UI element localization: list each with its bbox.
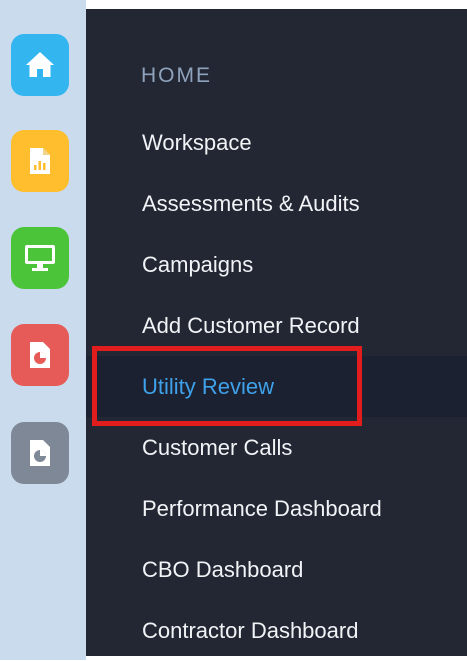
- menu-item-assessments-audits[interactable]: Assessments & Audits: [86, 173, 467, 234]
- reports-button[interactable]: [11, 130, 69, 192]
- menu-item-workspace[interactable]: Workspace: [86, 112, 467, 173]
- home-button[interactable]: [11, 34, 69, 96]
- menu-item-label: CBO Dashboard: [142, 557, 304, 582]
- menu-item-label: Campaigns: [142, 252, 254, 277]
- menu-item-label: Utility Review: [142, 374, 275, 399]
- menu-item-label: Add Customer Record: [142, 313, 360, 338]
- menu-item-add-customer-record[interactable]: Add Customer Record: [86, 295, 467, 356]
- pie-document-icon: [28, 341, 52, 369]
- pie-document-icon: [28, 439, 52, 467]
- menu-item-label: Contractor Dashboard: [142, 618, 359, 643]
- monitor-button[interactable]: [11, 227, 69, 289]
- home-icon: [24, 50, 56, 80]
- pie-report-gray-button[interactable]: [11, 422, 69, 484]
- menu-item-label: Customer Calls: [142, 435, 293, 460]
- section-title: HOME: [141, 64, 212, 87]
- menu-item-utility-review[interactable]: Utility Review: [86, 356, 467, 417]
- report-chart-icon: [28, 147, 52, 175]
- home-menu: HOME Workspace Assessments & Audits Camp…: [86, 9, 467, 656]
- menu-item-performance-dashboard[interactable]: Performance Dashboard: [86, 478, 467, 539]
- monitor-icon: [24, 244, 56, 272]
- menu-item-campaigns[interactable]: Campaigns: [86, 234, 467, 295]
- menu-item-contractor-dashboard[interactable]: Contractor Dashboard: [86, 600, 467, 661]
- pie-report-button[interactable]: [11, 324, 69, 386]
- menu-item-label: Assessments & Audits: [142, 191, 360, 216]
- icon-rail: [0, 0, 86, 660]
- menu-item-label: Performance Dashboard: [142, 496, 382, 521]
- menu-item-cbo-dashboard[interactable]: CBO Dashboard: [86, 539, 467, 600]
- menu-item-label: Workspace: [142, 130, 252, 155]
- menu-item-customer-calls[interactable]: Customer Calls: [86, 417, 467, 478]
